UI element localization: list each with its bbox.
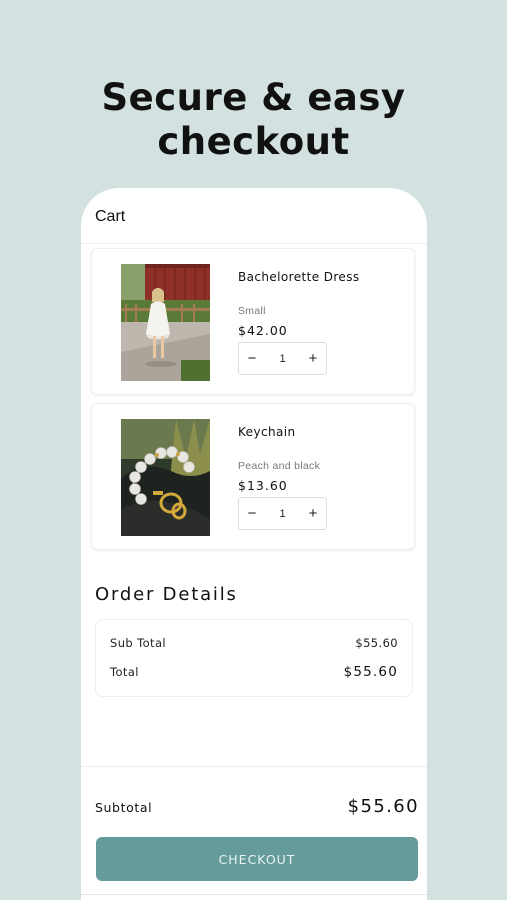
promo-headline: Secure & easy checkout [0,76,507,164]
product-image-keychain[interactable] [121,419,210,536]
quantity-value: 1 [279,352,286,365]
item-variant: Small [238,305,266,317]
footer-divider [81,766,427,767]
item-price: $13.60 [238,478,288,493]
item-price: $42.00 [238,323,288,338]
quantity-stepper: − 1 + [238,497,327,530]
plus-icon[interactable]: + [306,506,320,521]
quantity-stepper: − 1 + [238,342,327,375]
order-details-heading: Order Details [95,584,238,605]
footer-subtotal-label: Subtotal [95,800,153,815]
headline-line-1: Secure & easy [101,76,406,119]
total-value: $55.60 [343,664,398,680]
headline-line-2: checkout [157,120,350,163]
bottom-divider [81,894,427,895]
phone-screen: Cart Bachelorette Dress Small $42.00 − 1… [81,188,427,900]
cart-item[interactable]: Bachelorette Dress Small $42.00 − 1 + [91,248,415,395]
footer-subtotal-value: $55.60 [347,796,419,817]
minus-icon[interactable]: − [245,351,259,366]
item-name[interactable]: Bachelorette Dress [238,270,360,284]
sub-total-label: Sub Total [110,636,167,650]
plus-icon[interactable]: + [306,351,320,366]
order-summary-box: Sub Total $55.60 Total $55.60 [95,619,413,697]
page-title: Cart [95,207,126,225]
item-name[interactable]: Keychain [238,425,295,439]
quantity-value: 1 [279,507,286,520]
sub-total-value: $55.60 [355,636,398,650]
total-row: Total $55.60 [110,664,398,680]
cart-header: Cart [81,188,427,244]
item-variant: Peach and black [238,460,321,472]
checkout-button[interactable]: CHECKOUT [96,837,418,881]
minus-icon[interactable]: − [245,506,259,521]
cart-item[interactable]: Keychain Peach and black $13.60 − 1 + [91,403,415,550]
product-image-dress[interactable] [121,264,210,381]
total-label: Total [110,665,139,679]
sub-total-row: Sub Total $55.60 [110,636,398,650]
